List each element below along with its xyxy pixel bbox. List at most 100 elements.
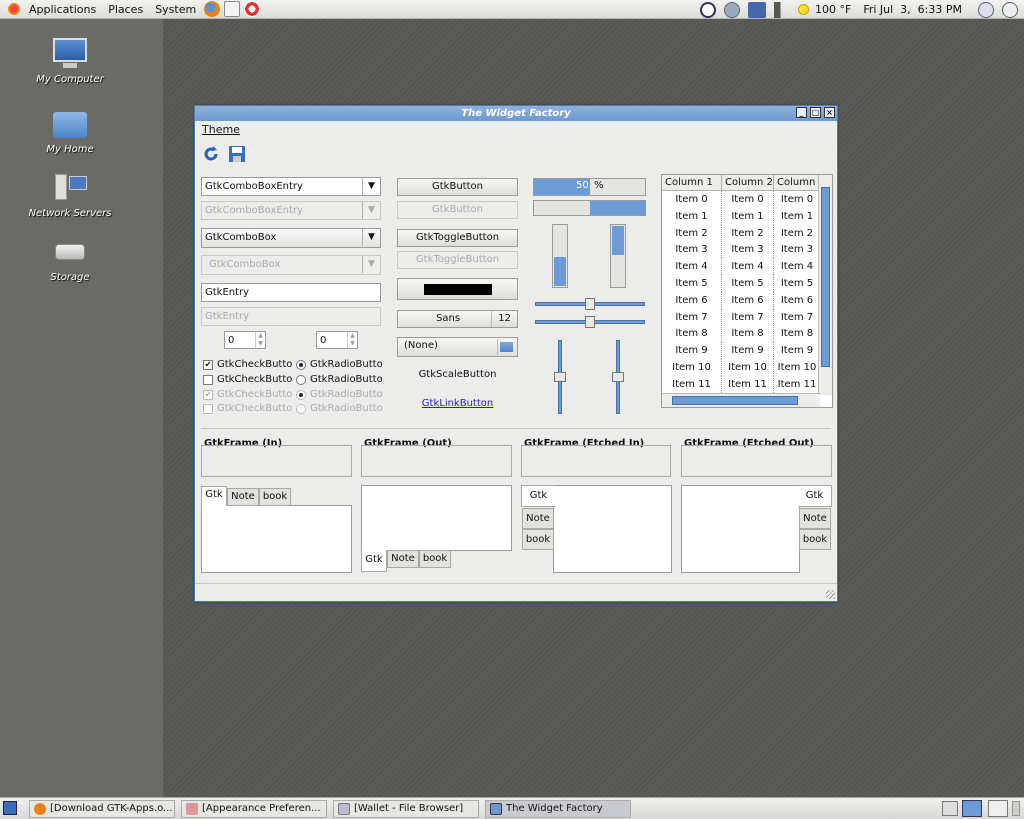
tab-note[interactable]: Note — [387, 550, 419, 568]
tab-note[interactable]: Note — [522, 508, 554, 529]
help-launcher-icon[interactable] — [244, 1, 261, 17]
window-titlebar[interactable]: The Widget Factory _ □ × — [195, 106, 837, 121]
tab-gtk[interactable]: Gtk — [361, 550, 387, 572]
tab-note[interactable]: Note — [799, 508, 831, 529]
link-button[interactable]: GtkLinkButton — [397, 398, 518, 409]
places-menu[interactable]: Places — [102, 0, 149, 19]
workspace-1-icon[interactable] — [962, 800, 982, 817]
gtk-button[interactable]: GtkButton — [397, 178, 518, 196]
horizontal-slider-2[interactable] — [535, 316, 645, 328]
weather-sun-icon[interactable] — [797, 4, 809, 15]
vertical-slider-2[interactable] — [612, 340, 624, 414]
workspace-2-icon[interactable] — [988, 800, 1008, 817]
tree-cell[interactable]: Item 2 — [662, 224, 722, 242]
tree-cell[interactable]: Item 11 — [662, 375, 722, 393]
checkbox-icon[interactable] — [203, 374, 213, 385]
file-chooser-button[interactable]: (None) — [397, 337, 518, 357]
system-menu[interactable]: System — [149, 0, 202, 19]
weather-temperature[interactable]: 100 °F — [815, 3, 851, 16]
tree-cell[interactable]: Item 0 — [774, 191, 820, 208]
desktop-icon-network-servers[interactable]: Network Servers — [20, 172, 120, 219]
horizontal-slider-1[interactable] — [535, 298, 645, 310]
power-icon[interactable] — [1002, 1, 1018, 18]
close-button[interactable]: × — [824, 107, 835, 118]
tree-cell[interactable]: Item 7 — [722, 308, 774, 326]
radio-icon[interactable] — [296, 374, 306, 385]
vertical-scrollbar[interactable] — [818, 175, 832, 395]
tree-cell[interactable]: Item 9 — [722, 342, 774, 360]
desktop-icon-my-home[interactable]: My Home — [20, 108, 120, 155]
update-icon[interactable] — [723, 1, 740, 18]
refresh-icon[interactable] — [201, 144, 221, 164]
taskbar-item-download[interactable]: [Download GTK-Apps.o... — [29, 800, 175, 818]
tree-cell[interactable]: Item 5 — [722, 275, 774, 292]
tab-book[interactable]: book — [522, 529, 554, 550]
trash-icon[interactable] — [942, 801, 958, 816]
tree-cell[interactable]: Item 4 — [774, 258, 820, 275]
vertical-slider-1[interactable] — [554, 340, 566, 414]
minimize-button[interactable]: _ — [796, 107, 807, 118]
theme-menu[interactable]: Theme — [202, 123, 240, 136]
tab-book[interactable]: book — [419, 550, 451, 568]
tree-cell[interactable]: Item 3 — [662, 241, 722, 259]
spin-button-2[interactable]: 0 ▲ ▼ — [316, 331, 358, 349]
taskbar-item-widget-factory[interactable]: The Widget Factory — [485, 800, 631, 818]
chevron-down-icon[interactable]: ▼ — [362, 229, 380, 246]
tree-view[interactable]: Column 1 Column 2 Column Item 0 Item 0 Ite… — [661, 174, 833, 408]
tree-cell[interactable]: Item 10 — [662, 359, 722, 376]
tree-cell[interactable]: Item 4 — [662, 258, 722, 276]
network-icon[interactable] — [747, 1, 766, 18]
tree-cell[interactable]: Item 7 — [774, 309, 820, 326]
scale-button[interactable]: GtkScaleButton — [397, 369, 518, 380]
tree-cell[interactable]: Item 1 — [774, 208, 820, 225]
tree-cell[interactable]: Item 10 — [774, 359, 820, 376]
show-desktop-icon[interactable] — [3, 801, 17, 815]
font-button[interactable]: Sans 12 — [397, 310, 518, 328]
tree-cell[interactable]: Item 6 — [662, 291, 722, 309]
tree-cell[interactable]: Item 1 — [722, 207, 774, 225]
tree-cell[interactable]: Item 1 — [662, 207, 722, 225]
scrollbar-thumb[interactable] — [672, 396, 798, 405]
save-icon[interactable] — [227, 144, 247, 164]
text-entry[interactable]: GtkEntry — [201, 283, 381, 302]
applications-menu[interactable]: Applications — [23, 0, 102, 19]
tree-cell[interactable]: Item 8 — [774, 325, 820, 342]
toggle-button[interactable]: GtkToggleButton — [397, 229, 518, 247]
slider-handle[interactable] — [612, 372, 624, 382]
clock[interactable]: Fri Jul 3, 6:33 PM — [863, 3, 962, 16]
maximize-button[interactable]: □ — [810, 107, 821, 118]
combo-box[interactable]: GtkComboBox ▼ — [201, 228, 381, 248]
resize-grip-icon[interactable] — [826, 590, 835, 599]
mail-launcher-icon[interactable] — [224, 1, 241, 17]
color-button[interactable] — [397, 278, 518, 300]
tree-cell[interactable]: Item 0 — [662, 191, 722, 208]
tab-book[interactable]: book — [799, 529, 831, 550]
tree-cell[interactable]: Item 4 — [722, 258, 774, 276]
clock-applet-icon[interactable] — [699, 1, 716, 18]
tree-cell[interactable]: Item 2 — [722, 224, 774, 242]
slider-handle[interactable] — [585, 316, 595, 328]
tree-cell[interactable]: Item 5 — [662, 275, 722, 292]
slider-handle[interactable] — [554, 372, 566, 382]
tree-cell[interactable]: Item 9 — [662, 342, 722, 360]
spin-button-1[interactable]: 0 ▲ ▼ — [224, 331, 266, 349]
tree-cell[interactable]: Item 11 — [774, 376, 820, 393]
radio-button-1[interactable]: GtkRadioButto — [296, 359, 383, 370]
tab-gtk[interactable]: Gtk — [201, 486, 227, 506]
column-header-2[interactable]: Column 2 — [722, 175, 774, 191]
spin-arrows-icon[interactable]: ▲ ▼ — [255, 332, 265, 348]
tree-cell[interactable]: Item 11 — [722, 375, 774, 393]
check-button-1[interactable]: ✔ GtkCheckButto — [203, 359, 292, 370]
tree-cell[interactable]: Item 7 — [662, 308, 722, 326]
scrollbar-thumb[interactable] — [821, 187, 830, 367]
tab-note[interactable]: Note — [227, 488, 259, 506]
tree-cell[interactable]: Item 5 — [774, 275, 820, 292]
tree-cell[interactable]: Item 2 — [774, 225, 820, 242]
tree-cell[interactable]: Item 3 — [774, 241, 820, 258]
combo-box-entry[interactable]: GtkComboBoxEntry ▼ — [201, 177, 381, 196]
taskbar-item-file-browser[interactable]: [Wallet - File Browser] — [333, 800, 479, 818]
slider-handle[interactable] — [585, 298, 595, 310]
tab-gtk[interactable]: Gtk — [798, 485, 832, 507]
column-header-1[interactable]: Column 1 — [662, 175, 722, 191]
horizontal-scrollbar[interactable] — [662, 393, 820, 407]
